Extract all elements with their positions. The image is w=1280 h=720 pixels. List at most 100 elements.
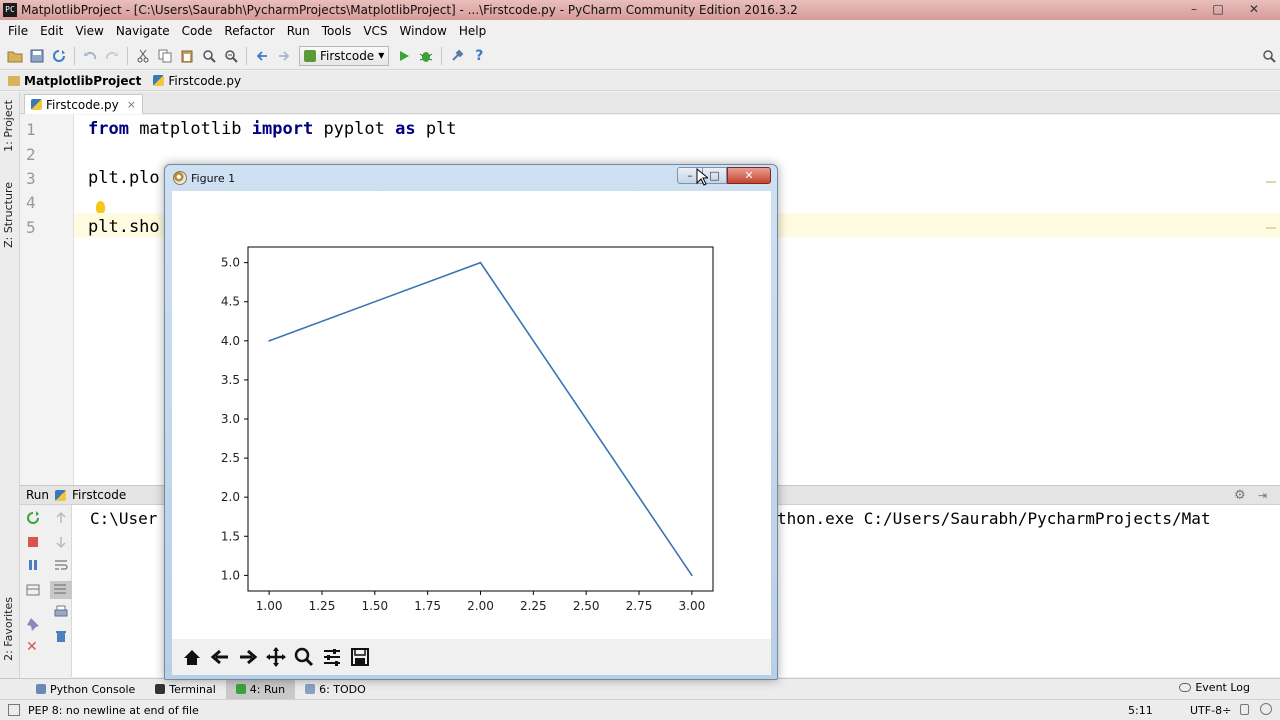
terminal-icon [155,684,166,694]
left-tool-strip: 1: Project Z: Structure 2: Favorites [0,92,20,700]
lightbulb-icon[interactable] [96,201,105,213]
x-tick-label: 1.00 [256,599,283,613]
settings-wrench-icon[interactable] [448,47,466,65]
home-icon[interactable] [180,645,204,669]
menu-view[interactable]: View [69,24,109,38]
toolbar-separator [246,46,247,65]
paste-icon[interactable] [178,47,196,65]
figure-close-button[interactable]: ✕ [727,167,771,184]
y-tick-label: 3.0 [221,412,240,426]
window-minimize-button[interactable]: – [1182,0,1206,18]
toolbar-separator [127,46,128,65]
forward-arrow-icon[interactable] [236,645,260,669]
line-number: 5 [26,218,36,237]
menu-help[interactable]: Help [453,24,492,38]
save-figure-icon[interactable] [348,645,372,669]
cut-icon[interactable] [134,47,152,65]
run-panel-config[interactable]: Firstcode [72,488,126,502]
search-everywhere-icon[interactable] [1260,47,1278,65]
forward-icon[interactable] [275,47,293,65]
pycharm-app-icon: PC [3,3,17,17]
gear-icon[interactable]: ⚙ [1234,488,1246,503]
zoom-icon[interactable] [292,645,316,669]
tab-terminal[interactable]: Terminal [145,680,226,699]
line-number: 2 [26,145,36,164]
undo-icon[interactable] [81,47,99,65]
scrollbar-marker [1266,227,1276,229]
x-tick-label: 2.50 [573,599,600,613]
editor-tabs: Firstcode.py × [20,92,1280,114]
caret-position[interactable]: 5:11 [1128,704,1153,717]
lock-icon[interactable] [1240,704,1249,715]
status-bar: PEP 8: no newline at end of file 5:11 UT… [0,699,1280,720]
menu-window[interactable]: Window [394,24,453,38]
tab-run[interactable]: 4: Run [225,679,296,699]
structure-tool-tab[interactable]: Z: Structure [2,182,15,248]
menu-tools[interactable]: Tools [316,24,358,38]
event-log-button[interactable]: Event Log [1179,681,1250,694]
tab-python-console[interactable]: Python Console [26,680,145,699]
run-icon[interactable] [395,47,413,65]
python-file-icon [31,99,42,110]
menu-code[interactable]: Code [176,24,219,38]
project-tool-tab[interactable]: 1: Project [2,100,15,152]
code-line-5: plt.sho [88,217,160,237]
file-encoding[interactable]: UTF-8÷ [1190,704,1231,717]
x-tick-label: 2.75 [626,599,653,613]
save-all-icon[interactable] [28,47,46,65]
tab-firstcode[interactable]: Firstcode.py × [24,94,143,114]
y-tick-label: 4.5 [221,295,240,309]
menu-navigate[interactable]: Navigate [110,24,176,38]
y-tick-label: 1.5 [221,529,240,543]
pause-icon[interactable] [26,558,40,572]
print-icon[interactable] [54,605,68,619]
stop-icon[interactable] [26,535,40,549]
soft-wrap-icon[interactable] [54,558,68,572]
pin-icon[interactable] [26,617,40,631]
figure-window[interactable]: Figure 1 – □ ✕ 1.00 1.25 1.50 1.75 2.00 2.25 2… [164,164,778,680]
x-tick-label: 1.25 [309,599,336,613]
configure-subplots-icon[interactable] [320,645,344,669]
layout-icon[interactable] [26,583,40,597]
back-arrow-icon[interactable] [208,645,232,669]
line-number: 3 [26,169,36,188]
hide-panel-icon[interactable]: ⇥ [1258,489,1267,502]
rerun-icon[interactable] [26,511,40,525]
back-icon[interactable] [253,47,271,65]
breadcrumb-project[interactable]: MatplotlibProject [8,74,141,88]
menu-vcs[interactable]: VCS [357,24,393,38]
synchronize-icon[interactable] [50,47,68,65]
close-icon[interactable]: ✕ [26,639,40,655]
breadcrumb-file[interactable]: Firstcode.py [153,74,241,88]
status-message: PEP 8: no newline at end of file [28,703,199,717]
debug-icon[interactable] [417,47,435,65]
x-tick-label: 1.75 [414,599,441,613]
window-title: MatplotlibProject - [C:\Users\Saurabh\Py… [21,3,798,17]
menu-file[interactable]: File [2,24,34,38]
menu-refactor[interactable]: Refactor [218,24,280,38]
menu-edit[interactable]: Edit [34,24,69,38]
pan-icon[interactable] [264,645,288,669]
inspection-icon[interactable] [1260,703,1272,715]
toggle-tool-windows-icon[interactable] [8,704,20,716]
open-folder-icon[interactable] [6,47,24,65]
python-file-icon [55,489,67,501]
window-close-button[interactable]: ✕ [1242,0,1266,18]
favorites-tool-tab[interactable]: 2: Favorites [2,597,15,661]
scroll-to-end-icon[interactable] [50,581,72,599]
find-icon[interactable] [200,47,218,65]
run-configuration-select[interactable]: Firstcode ▼ [299,45,390,66]
menu-run[interactable]: Run [281,24,316,38]
copy-icon[interactable] [156,47,174,65]
window-maximize-button[interactable]: □ [1206,0,1230,18]
tab-close-icon[interactable]: × [127,98,136,111]
help-icon[interactable]: ? [470,47,488,65]
tab-todo[interactable]: 6: TODO [295,680,376,699]
python-console-icon [36,684,46,694]
redo-icon[interactable] [103,47,121,65]
scrollbar-marker [1266,181,1276,183]
up-arrow-icon[interactable] [54,511,68,525]
trash-icon[interactable] [54,629,68,643]
down-arrow-icon[interactable] [54,535,68,549]
replace-icon[interactable] [222,47,240,65]
